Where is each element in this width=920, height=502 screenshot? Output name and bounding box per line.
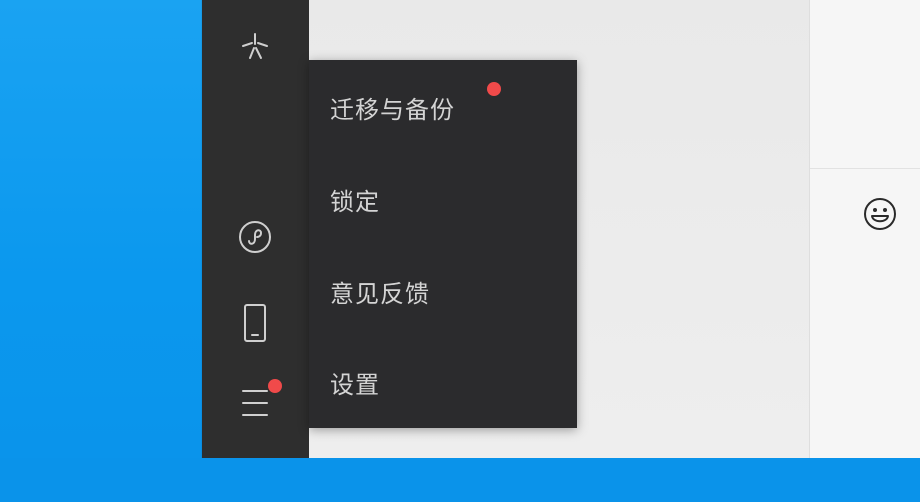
menu-item-label: 意见反馈: [330, 279, 430, 308]
migrate-backup-badge-dot: [487, 82, 501, 96]
mini-program-button[interactable]: [230, 212, 280, 262]
moments-button[interactable]: [230, 21, 280, 71]
emoji-button[interactable]: [859, 193, 901, 235]
phone-button[interactable]: [230, 298, 280, 348]
menu-item-lock[interactable]: 锁定: [309, 169, 577, 229]
menu-item-settings[interactable]: 设置: [309, 352, 577, 412]
menu-item-label: 锁定: [330, 187, 380, 216]
desktop-taskbar-area: [0, 458, 920, 502]
more-popup-menu: 迁移与备份 锁定 意见反馈 设置: [309, 60, 577, 428]
sidebar: [202, 0, 309, 458]
panel-divider: [810, 168, 920, 169]
moments-icon: [242, 33, 268, 59]
phone-icon: [244, 304, 266, 342]
chat-panel: [809, 0, 920, 458]
more-menu-button[interactable]: [230, 376, 282, 426]
menu-item-migrate-backup[interactable]: 迁移与备份: [309, 77, 577, 137]
menu-item-feedback[interactable]: 意见反馈: [309, 261, 577, 321]
mini-program-icon: [239, 221, 271, 253]
emoji-icon: [864, 198, 896, 230]
menu-badge-dot: [268, 379, 282, 393]
menu-item-label: 迁移与备份: [330, 95, 455, 124]
menu-item-label: 设置: [330, 370, 380, 399]
